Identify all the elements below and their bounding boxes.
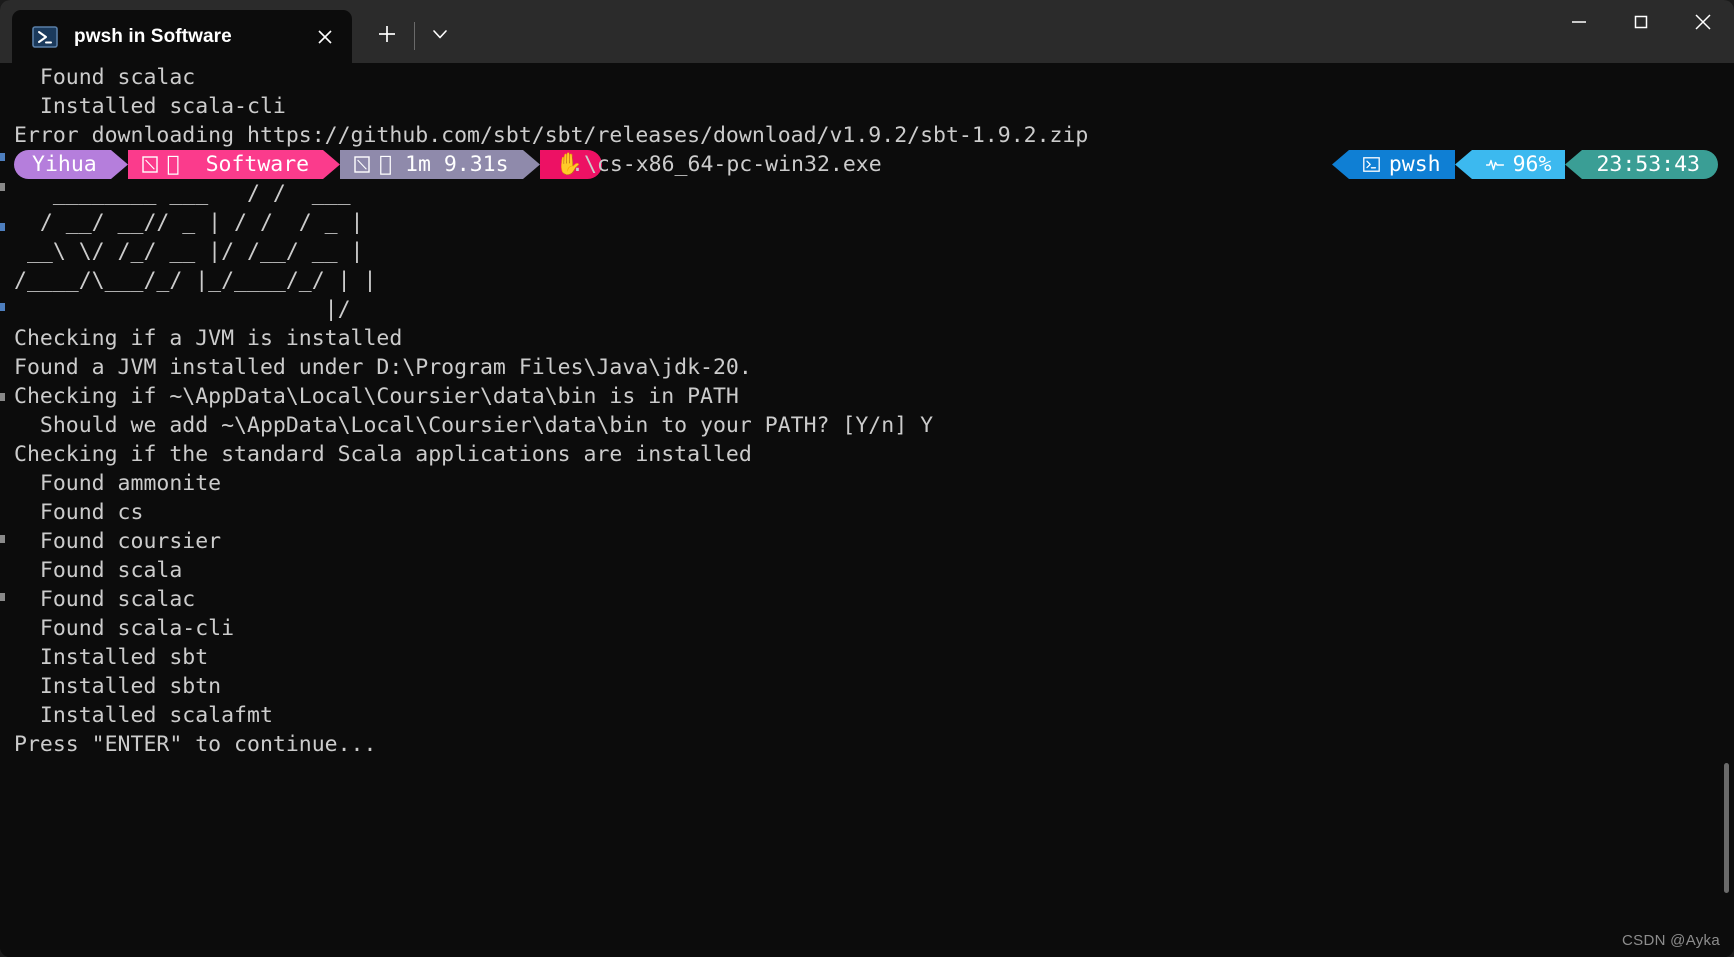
- prompt-battery-label: 96%: [1513, 150, 1552, 179]
- scroll-mark: [0, 535, 5, 543]
- minimize-icon: [1568, 11, 1590, 37]
- powerline-prompt-row: Yihua  Software: [14, 150, 1734, 179]
- tab-dropdown-button[interactable]: [419, 15, 461, 57]
- scroll-mark: [0, 183, 5, 191]
- tab-strip: pwsh in Software: [0, 0, 461, 63]
- tab-title: pwsh in Software: [74, 26, 308, 48]
- tab-close-icon[interactable]: [308, 20, 342, 54]
- powerline-arrow-icon: [1565, 150, 1582, 179]
- prompt-path-label:  Software: [167, 150, 309, 179]
- pulse-icon: [1486, 158, 1504, 172]
- powerline-arrow-icon: [111, 150, 128, 179]
- powershell-icon: [32, 24, 58, 50]
- close-button[interactable]: [1672, 0, 1734, 48]
- powerline-arrow-icon: [523, 150, 540, 179]
- output-line: Installed sbt: [14, 643, 1734, 672]
- new-tab-button[interactable]: [366, 15, 408, 57]
- output-line: Installed scalafmt: [14, 701, 1734, 730]
- maximize-icon: [1630, 11, 1652, 37]
- minimize-button[interactable]: [1548, 0, 1610, 48]
- clock-icon: [354, 156, 370, 173]
- maximize-button[interactable]: [1610, 0, 1672, 48]
- output-line: Checking if the standard Scala applicati…: [14, 440, 1734, 469]
- terminal-viewport[interactable]: Found scalac Installed scala-cli Error d…: [0, 63, 1734, 957]
- output-line: Found scalac: [14, 63, 1734, 92]
- ascii-art-line: ________ ___ / / ___: [14, 179, 1734, 208]
- output-line: Found scalac: [14, 585, 1734, 614]
- plus-icon: [376, 23, 398, 49]
- output-line: Found a JVM installed under D:\Program F…: [14, 353, 1734, 382]
- terminal-window: pwsh in Software: [0, 0, 1734, 957]
- window-drag-region: [461, 0, 1734, 63]
- prompt-shell-label: pwsh: [1389, 150, 1441, 179]
- output-line: Checking if a JVM is installed: [14, 324, 1734, 353]
- ascii-art-line: __\ \/ /_/ __ |/ /__/ __ |: [14, 237, 1734, 266]
- prompt-segment-shell: pwsh: [1349, 150, 1455, 179]
- powerline-arrow-icon: [323, 150, 340, 179]
- close-icon: [1692, 11, 1714, 37]
- output-line: Found coursier: [14, 527, 1734, 556]
- prompt-segment-clock: 23:53:43: [1582, 150, 1718, 179]
- powerline-arrow-icon: [1455, 150, 1472, 179]
- prompt-left-segments: Yihua  Software: [14, 150, 602, 179]
- title-bar: pwsh in Software: [0, 0, 1734, 63]
- scroll-mark: [0, 153, 5, 161]
- tab-pwsh-in-software[interactable]: pwsh in Software: [12, 10, 352, 63]
- folder-icon: [142, 156, 158, 173]
- output-line: Found scala-cli: [14, 614, 1734, 643]
- prompt-segment-battery: 96%: [1472, 150, 1566, 179]
- terminal-text-buffer: Found scalac Installed scala-cli Error d…: [14, 63, 1734, 759]
- chevron-down-icon: [430, 24, 450, 48]
- scrollbar-track[interactable]: [1725, 63, 1732, 957]
- prompt-command-text: .\cs-x86_64-pc-win32.exe: [571, 150, 882, 179]
- tab-separator: [414, 22, 415, 50]
- prompt-segment-user: Yihua: [14, 150, 111, 179]
- watermark: CSDN @Ayka: [1622, 932, 1720, 949]
- output-line: Checking if ~\AppData\Local\Coursier\dat…: [14, 382, 1734, 411]
- scroll-mark: [0, 593, 5, 601]
- output-line: Should we add ~\AppData\Local\Coursier\d…: [14, 411, 1734, 440]
- ascii-art-line: / __/ __// _ | / / / _ |: [14, 208, 1734, 237]
- output-line: Installed sbtn: [14, 672, 1734, 701]
- output-line: Press "ENTER" to continue...: [14, 730, 1734, 759]
- scroll-mark: [0, 393, 5, 401]
- scrollbar-thumb[interactable]: [1724, 763, 1729, 893]
- output-line: Found ammonite: [14, 469, 1734, 498]
- ascii-art-line: /____/\___/_/ |_/____/_/ | |: [14, 266, 1734, 295]
- output-line: Error downloading https://github.com/sbt…: [14, 121, 1734, 150]
- window-controls: [1548, 0, 1734, 63]
- prompt-right-segments: pwsh 96%: [1332, 150, 1718, 179]
- prompt-user-label: Yihua: [32, 150, 97, 179]
- prompt-segment-duration:  1m 9.31s: [340, 150, 522, 179]
- ascii-art-line: |/: [14, 295, 1734, 324]
- scroll-mark: [0, 303, 5, 311]
- terminal-icon: [1363, 157, 1380, 172]
- prompt-duration-label:  1m 9.31s: [379, 150, 508, 179]
- prompt-clock-label: 23:53:43: [1596, 150, 1700, 179]
- prompt-segment-path:  Software: [128, 150, 323, 179]
- output-line: Installed scala-cli: [14, 92, 1734, 121]
- powerline-arrow-icon: [1332, 150, 1349, 179]
- scroll-mark: [0, 223, 5, 231]
- output-line: Found scala: [14, 556, 1734, 585]
- output-line: Found cs: [14, 498, 1734, 527]
